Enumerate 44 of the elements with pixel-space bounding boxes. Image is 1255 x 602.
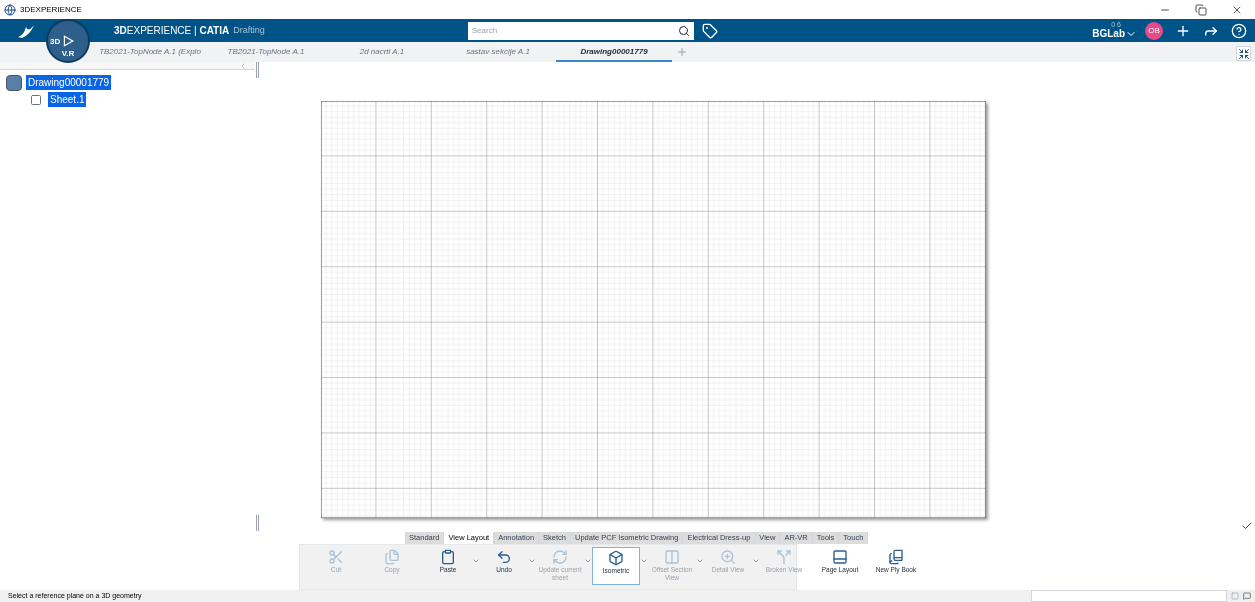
compass-label: V.R [61,48,75,60]
compass-widget[interactable]: 3D V.R [46,19,90,63]
collapse-button[interactable] [1236,46,1251,61]
document-tab[interactable]: Drawing00001779 [556,43,672,62]
book-stack-icon [888,549,904,565]
restore-icon[interactable] [1195,3,1207,16]
refresh-icon [552,549,568,565]
document-tab[interactable]: TB2021-TopNode A.1 (Explo [92,43,208,62]
cube-icon [608,550,624,566]
app-brand: 3DEXPERIENCE | CATIA [114,24,230,38]
check-icon [1241,520,1253,532]
zoom-icon [720,549,736,565]
copy-icon [384,549,400,565]
tree-item[interactable]: Drawing00001779 [26,75,112,90]
message-icon[interactable] [1243,592,1251,600]
split-icon [776,549,792,565]
collapse-panel-icon[interactable] [239,62,247,70]
dropdown-icon[interactable] [640,557,648,565]
clipboard-icon [440,549,456,565]
columns-icon [664,549,680,565]
page-icon [832,549,848,565]
dropdown-icon[interactable] [472,557,480,565]
document-tab[interactable]: TB2021-TopNode A.1 [208,43,324,62]
window-title: 3DEXPERIENCE [20,3,82,16]
document-tab[interactable]: 2d nacrti A.1 [324,43,440,62]
tree-item[interactable]: Sheet.1 [48,92,87,107]
app-icon [4,3,16,16]
tag-icon[interactable] [701,22,718,39]
search-icon[interactable] [677,24,690,37]
command-field[interactable] [1031,590,1227,602]
tenant-selector[interactable]: BGLab [1092,28,1137,40]
play-icon [62,35,74,47]
user-avatar[interactable]: OB [1145,21,1163,40]
add-tab-icon[interactable] [676,46,688,58]
compass-label: 3D [50,36,61,48]
help-icon[interactable] [1231,22,1247,39]
dropdown-icon[interactable] [528,557,536,565]
app-name: Drafting [233,23,265,37]
sheet-icon [28,93,44,106]
panel-icon[interactable] [1231,592,1239,600]
document-tab[interactable]: sastav sekcije A.1 [440,43,556,62]
drawing-icon [6,74,22,91]
scissors-icon [328,549,344,565]
undo-icon [496,549,512,565]
